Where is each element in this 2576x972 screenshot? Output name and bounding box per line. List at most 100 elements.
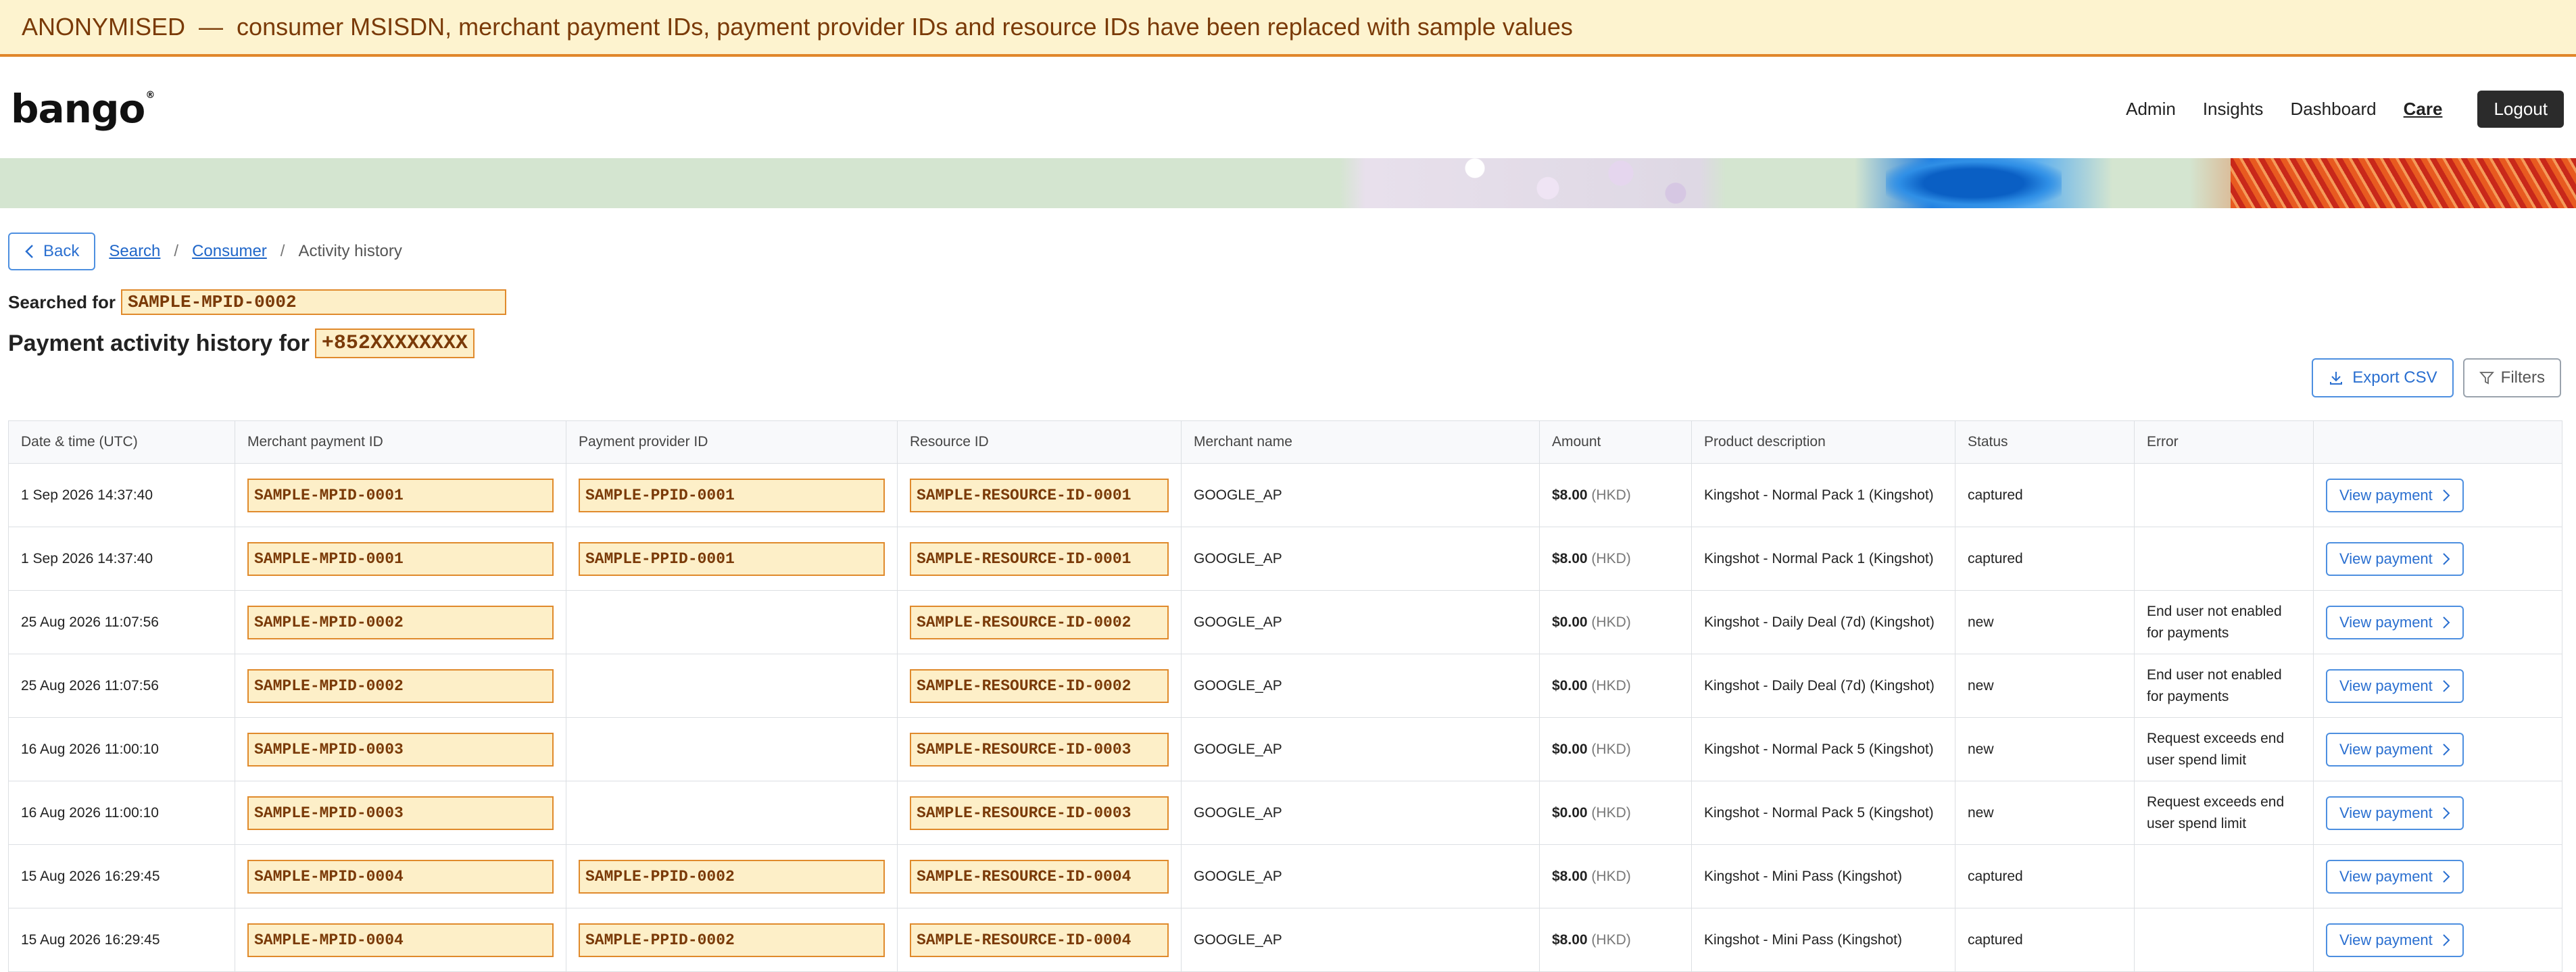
view-payment-label: View payment [2339,486,2433,504]
error-cell: End user not enabled for payments [2134,590,2314,654]
payment-provider-id-cell [566,717,898,781]
merchant-name-cell: GOOGLE_AP [1181,654,1540,718]
nav-admin[interactable]: Admin [2126,99,2176,120]
status-cell: new [1955,654,2135,718]
status-cell: new [1955,781,2135,845]
payment-provider-id: SAMPLE-PPID-0001 [579,541,885,576]
download-icon [2328,370,2344,386]
nav-care[interactable]: Care [2404,99,2443,120]
view-payment-label: View payment [2339,804,2433,821]
column-header-merchant-payment-id[interactable]: Merchant payment ID [235,420,566,464]
breadcrumb-separator: / [174,242,179,260]
table-row: 25 Aug 2026 11:07:56 SAMPLE-MPID-0002 SAMP… [8,590,2562,654]
column-header-date[interactable]: Date & time (UTC) [8,420,235,464]
column-header-product-description[interactable]: Product description [1691,420,1955,464]
back-button[interactable]: Back [8,233,96,270]
resource-id-cell: SAMPLE-RESOURCE-ID-0001 [897,463,1182,527]
view-payment-button[interactable]: View payment [2326,478,2464,512]
resource-id-cell: SAMPLE-RESOURCE-ID-0004 [897,844,1182,908]
merchant-payment-id: SAMPLE-MPID-0003 [247,732,554,767]
view-payment-button[interactable]: View payment [2326,669,2464,703]
logout-button[interactable]: Logout [2477,90,2564,128]
view-payment-button[interactable]: View payment [2326,732,2464,767]
hero-blue-art [1886,158,2062,208]
product-description-cell: Kingshot - Daily Deal (7d) (Kingshot) [1691,590,1955,654]
column-header-status[interactable]: Status [1955,420,2135,464]
merchant-payment-id-cell: SAMPLE-MPID-0003 [235,717,566,781]
error-cell: Request exceeds end user spend limit [2134,717,2314,781]
resource-id: SAMPLE-RESOURCE-ID-0002 [910,605,1169,639]
merchant-name-cell: GOOGLE_AP [1181,527,1540,591]
payment-provider-id-cell [566,654,898,718]
column-header-amount[interactable]: Amount [1539,420,1692,464]
table-row: 1 Sep 2026 14:37:40 SAMPLE-MPID-0001 SAMPL… [8,527,2562,591]
breadcrumb-current: Activity history [298,242,402,260]
amount-value: $0.00 [1552,614,1588,630]
merchant-payment-id: SAMPLE-MPID-0004 [247,923,554,957]
view-payment-label: View payment [2339,550,2433,567]
date-cell: 25 Aug 2026 11:07:56 [8,654,235,718]
column-header-merchant-name[interactable]: Merchant name [1181,420,1540,464]
amount-cell: $0.00 (HKD) [1539,717,1692,781]
chevron-right-icon [2442,616,2450,629]
breadcrumb: Back Search / Consumer / Activity histor… [8,233,402,270]
column-header-error[interactable]: Error [2134,420,2314,464]
amount-value: $0.00 [1552,804,1588,821]
amount-currency: (HKD) [1591,614,1631,630]
hero-banner-image [0,158,2576,208]
resource-id: SAMPLE-RESOURCE-ID-0001 [910,541,1169,576]
product-description-cell: Kingshot - Mini Pass (Kingshot) [1691,844,1955,908]
view-payment-button[interactable]: View payment [2326,541,2464,576]
merchant-payment-id-cell: SAMPLE-MPID-0004 [235,908,566,972]
column-header-payment-provider-id[interactable]: Payment provider ID [566,420,898,464]
payment-provider-id: SAMPLE-PPID-0002 [579,859,885,894]
chevron-right-icon [2442,679,2450,693]
table-header-row: Date & time (UTC) Merchant payment ID Pa… [8,420,2562,464]
merchant-name-cell: GOOGLE_AP [1181,590,1540,654]
payment-provider-id-cell: SAMPLE-PPID-0002 [566,844,898,908]
actions-cell: View payment [2313,844,2562,908]
error-cell [2134,527,2314,591]
table-row: 25 Aug 2026 11:07:56 SAMPLE-MPID-0002 SAMP… [8,654,2562,718]
actions-cell: View payment [2313,463,2562,527]
amount-value: $0.00 [1552,677,1588,694]
hero-orange-art [2231,158,2576,208]
view-payment-button[interactable]: View payment [2326,859,2464,894]
chevron-right-icon [2442,743,2450,756]
view-payment-button[interactable]: View payment [2326,796,2464,830]
payment-provider-id-cell: SAMPLE-PPID-0002 [566,908,898,972]
merchant-name-cell: GOOGLE_AP [1181,844,1540,908]
registered-mark: ® [145,90,155,101]
view-payment-label: View payment [2339,677,2433,694]
nav-insights[interactable]: Insights [2203,99,2264,120]
breadcrumb-separator: / [280,242,285,260]
amount-currency: (HKD) [1591,677,1631,694]
payment-provider-id: SAMPLE-PPID-0002 [579,923,885,957]
filters-button[interactable]: Filters [2462,358,2561,397]
chevron-left-icon [24,244,35,259]
column-header-resource-id[interactable]: Resource ID [897,420,1182,464]
date-cell: 15 Aug 2026 16:29:45 [8,844,235,908]
view-payment-button[interactable]: View payment [2326,605,2464,639]
status-cell: captured [1955,527,2135,591]
actions-cell: View payment [2313,527,2562,591]
merchant-payment-id-cell: SAMPLE-MPID-0004 [235,844,566,908]
merchant-payment-id-cell: SAMPLE-MPID-0002 [235,654,566,718]
export-csv-button[interactable]: Export CSV [2312,358,2454,397]
error-cell: Request exceeds end user spend limit [2134,781,2314,845]
breadcrumb-consumer[interactable]: Consumer [192,242,267,261]
chevron-right-icon [2442,933,2450,947]
product-description-cell: Kingshot - Normal Pack 5 (Kingshot) [1691,781,1955,845]
breadcrumb-search[interactable]: Search [109,242,160,261]
view-payment-button[interactable]: View payment [2326,923,2464,957]
chevron-right-icon [2442,806,2450,820]
date-cell: 15 Aug 2026 16:29:45 [8,908,235,972]
product-description-cell: Kingshot - Normal Pack 5 (Kingshot) [1691,717,1955,781]
status-cell: captured [1955,908,2135,972]
searched-for-value: SAMPLE-MPID-0002 [120,289,506,315]
amount-value: $0.00 [1552,741,1588,757]
resource-id-cell: SAMPLE-RESOURCE-ID-0002 [897,590,1182,654]
amount-cell: $0.00 (HKD) [1539,654,1692,718]
bango-logo[interactable]: bango ® [11,86,155,132]
nav-dashboard[interactable]: Dashboard [2290,99,2376,120]
